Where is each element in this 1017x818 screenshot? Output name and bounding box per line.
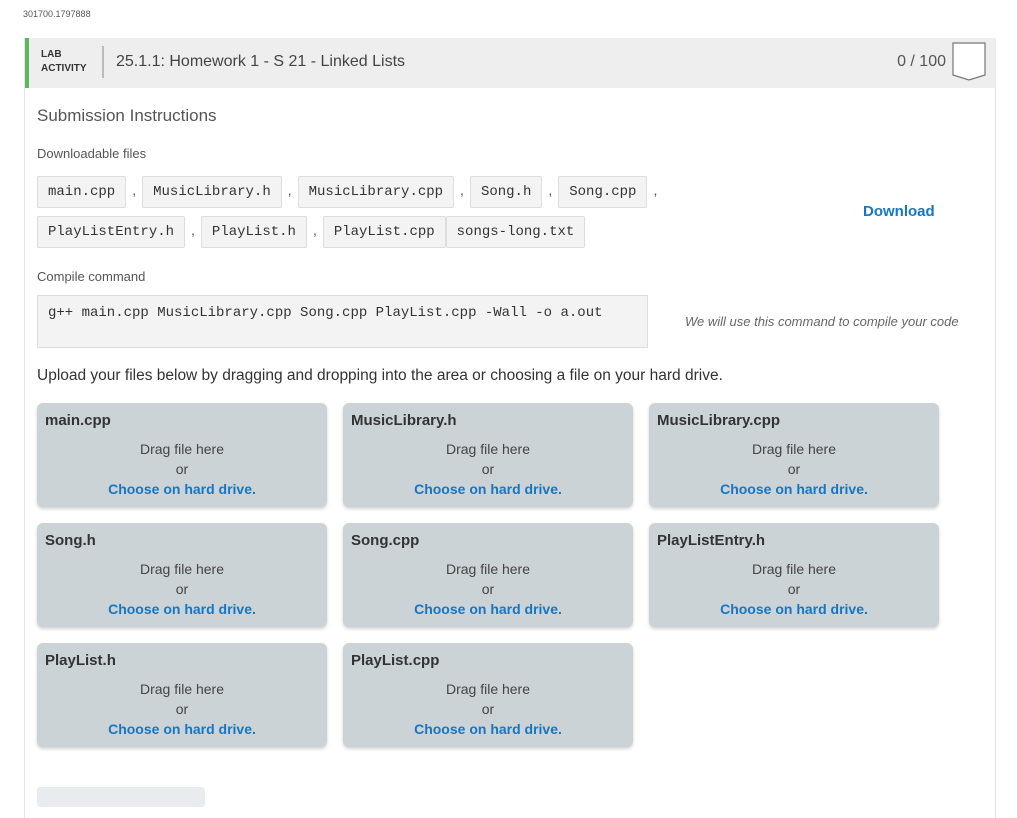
- choose-file-link[interactable]: Choose on hard drive.: [343, 481, 633, 497]
- or-text: or: [787, 461, 801, 477]
- file-drop-zone[interactable]: Song.cpp Drag file here or Choose on hard d…: [343, 523, 633, 627]
- submit-button[interactable]: [37, 787, 205, 807]
- drag-text: Drag file here: [445, 441, 531, 457]
- header-divider: [102, 46, 104, 78]
- completion-badge-icon: [952, 42, 986, 81]
- file-drop-zone[interactable]: Song.h Drag file here or Choose on hard dri…: [37, 523, 327, 627]
- or-text: or: [175, 461, 189, 477]
- activity-title: 25.1.1: Homework 1 - S 21 - Linked Lists: [116, 53, 406, 70]
- or-text: or: [787, 581, 801, 597]
- drag-text: Drag file here: [445, 561, 531, 577]
- choose-file-link[interactable]: Choose on hard drive.: [37, 601, 327, 617]
- drop-zone-filename: Song.h: [45, 532, 96, 549]
- drop-zone-filename: PlayList.h: [45, 652, 116, 669]
- file-drop-zone[interactable]: PlayList.h Drag file here or Choose on hard…: [37, 643, 327, 747]
- file-chip: MusicLibrary.cpp: [297, 176, 455, 208]
- score: 0 / 100: [897, 53, 946, 70]
- drop-zone-filename: PlayList.cpp: [351, 652, 440, 669]
- upload-instructions: Upload your files below by dragging and …: [37, 367, 723, 384]
- or-text: or: [481, 461, 495, 477]
- lab-label: LAB: [41, 49, 62, 60]
- activity-header: LAB ACTIVITY 25.1.1: Homework 1 - S 21 - …: [25, 38, 996, 88]
- file-drop-zone[interactable]: MusicLibrary.cpp Drag file here or Choose o…: [649, 403, 939, 507]
- comma-separator: ,: [312, 222, 317, 238]
- choose-file-link[interactable]: Choose on hard drive.: [649, 601, 939, 617]
- comma-separator: ,: [287, 182, 292, 198]
- comma-separator: ,: [191, 222, 195, 238]
- drag-text: Drag file here: [139, 681, 225, 697]
- file-drop-zone[interactable]: MusicLibrary.h Drag file here or Choose on …: [343, 403, 633, 507]
- drag-text: Drag file here: [139, 561, 225, 577]
- lab-activity-panel: LAB ACTIVITY 25.1.1: Homework 1 - S 21 - …: [24, 38, 996, 818]
- compile-note: We will use this command to compile your…: [685, 314, 959, 329]
- compile-command-label: Compile command: [37, 269, 146, 284]
- drop-zone-filename: Song.cpp: [351, 532, 420, 549]
- drag-text: Drag file here: [751, 561, 837, 577]
- choose-file-link[interactable]: Choose on hard drive.: [37, 481, 327, 497]
- file-chip: MusicLibrary.h: [142, 176, 282, 208]
- drag-text: Drag file here: [751, 441, 837, 457]
- comma-separator: ,: [548, 182, 553, 198]
- file-chip: Song.h: [469, 176, 543, 208]
- file-drop-zone[interactable]: PlayListEntry.h Drag file here or Choose on…: [649, 523, 939, 627]
- or-text: or: [175, 701, 189, 717]
- download-button[interactable]: Download: [863, 203, 935, 220]
- or-text: or: [175, 581, 189, 597]
- drop-zone-filename: PlayListEntry.h: [657, 532, 766, 549]
- file-chip: main.cpp: [37, 176, 127, 208]
- or-text: or: [481, 701, 495, 717]
- file-chip: PlayList.h: [200, 216, 307, 248]
- drop-zone-filename: MusicLibrary.h: [351, 412, 457, 429]
- file-chip: PlayList.cpp: [322, 216, 446, 248]
- section-title: Submission Instructions: [37, 106, 217, 125]
- drag-text: Drag file here: [445, 681, 531, 697]
- comma-separator: ,: [460, 182, 464, 198]
- file-chip: PlayListEntry.h: [37, 216, 186, 248]
- file-drop-zone[interactable]: main.cpp Drag file here or Choose on hard d…: [37, 403, 327, 507]
- downloadable-files-label: Downloadable files: [37, 146, 147, 161]
- file-drop-zone[interactable]: PlayList.cpp Drag file here or Choose on ha…: [343, 643, 633, 747]
- choose-file-link[interactable]: Choose on hard drive.: [37, 721, 327, 737]
- compile-command: g++ main.cpp MusicLibrary.cpp Song.cpp P…: [37, 295, 648, 348]
- drag-text: Drag file here: [139, 441, 225, 457]
- choose-file-link[interactable]: Choose on hard drive.: [343, 601, 633, 617]
- comma-separator: ,: [132, 182, 137, 198]
- drop-zone-filename: main.cpp: [45, 412, 111, 429]
- file-chip: Song.cpp: [558, 176, 648, 208]
- choose-file-link[interactable]: Choose on hard drive.: [343, 721, 633, 737]
- page-id: 301700.1797888: [23, 9, 91, 19]
- downloadable-files-list: main.cpp, MusicLibrary.h, MusicLibrary.cpp…: [37, 176, 737, 256]
- comma-separator: ,: [653, 182, 658, 198]
- or-text: or: [481, 581, 495, 597]
- choose-file-link[interactable]: Choose on hard drive.: [649, 481, 939, 497]
- activity-label: ACTIVITY: [41, 63, 87, 74]
- activity-type-label: LAB ACTIVITY: [41, 48, 87, 76]
- file-chip: songs-long.txt: [445, 216, 586, 248]
- drop-zone-filename: MusicLibrary.cpp: [657, 412, 781, 429]
